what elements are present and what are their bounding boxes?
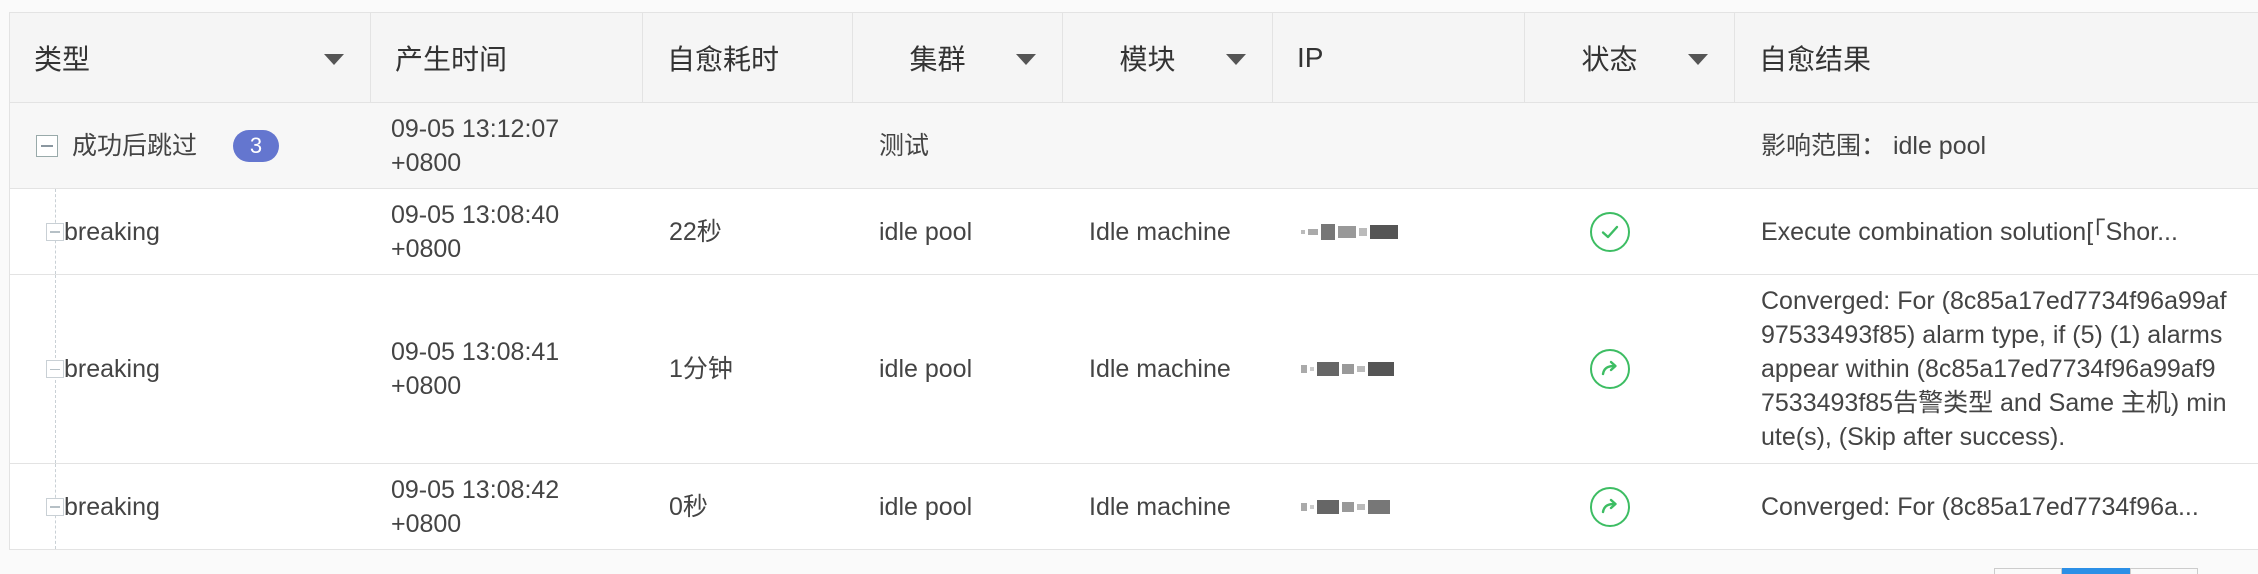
- module-cell: Idle machine: [1063, 189, 1273, 275]
- filter-dropdown-icon[interactable]: [1226, 54, 1246, 65]
- module-cell: Idle machine: [1063, 464, 1273, 549]
- header-type[interactable]: 类型: [10, 13, 371, 103]
- filter-dropdown-icon[interactable]: [1016, 54, 1036, 65]
- collapse-icon[interactable]: [46, 360, 64, 378]
- ip-cell: [1273, 275, 1525, 464]
- masked-ip: [1301, 499, 1390, 514]
- masked-ip: [1301, 362, 1394, 376]
- cluster-cell: idle pool: [853, 189, 1063, 275]
- status-cell: [1525, 189, 1735, 275]
- self-healing-table: 类型 产生时间 自愈耗时 集群 模块 IP 状态 自愈结果 成功后跳过 3 09…: [9, 12, 2258, 550]
- group-type-cell: 成功后跳过 3: [10, 103, 371, 189]
- module-cell: Idle machine: [1063, 275, 1273, 464]
- count-badge: 3: [233, 129, 280, 162]
- status-cell: [1525, 275, 1735, 464]
- duration-cell: 22秒: [643, 189, 853, 275]
- cluster-cell: idle pool: [853, 275, 1063, 464]
- header-module[interactable]: 模块: [1063, 13, 1273, 103]
- duration-cell: 1分钟: [643, 275, 853, 464]
- duration-cell: [643, 103, 853, 189]
- converged-arrow-icon: [1590, 349, 1630, 389]
- header-result: 自愈结果: [1735, 13, 2258, 103]
- header-time: 产生时间: [371, 13, 643, 103]
- pagination: [1994, 568, 2198, 574]
- ip-cell: [1273, 103, 1525, 189]
- result-cell[interactable]: Converged: For (8c85a17ed7734f96a...: [1735, 464, 2258, 549]
- status-cell: [1525, 464, 1735, 549]
- group-label: 成功后跳过: [72, 131, 198, 160]
- ip-cell: [1273, 189, 1525, 275]
- type-cell: breaking: [10, 189, 371, 275]
- check-circle-icon: [1590, 211, 1630, 252]
- cluster-cell: 测试: [853, 103, 1063, 189]
- collapse-icon[interactable]: [46, 222, 64, 241]
- type-cell: breaking: [10, 464, 371, 549]
- result-cell[interactable]: Converged: For (8c85a17ed7734f96a99af975…: [1735, 275, 2258, 464]
- time-cell: 09-05 13:08:42 +0800: [371, 464, 643, 549]
- header-status[interactable]: 状态: [1525, 13, 1735, 103]
- filter-dropdown-icon[interactable]: [324, 54, 344, 65]
- collapse-icon[interactable]: [46, 497, 64, 516]
- status-cell: [1525, 103, 1735, 189]
- cluster-cell: idle pool: [853, 464, 1063, 549]
- time-cell: 09-05 13:08:41 +0800: [371, 275, 643, 464]
- page-button[interactable]: [2130, 568, 2198, 574]
- type-cell: breaking: [10, 275, 371, 464]
- header-cluster[interactable]: 集群: [853, 13, 1063, 103]
- header-duration: 自愈耗时: [643, 13, 853, 103]
- filter-dropdown-icon[interactable]: [1688, 54, 1708, 65]
- time-cell: 09-05 13:08:40 +0800: [371, 189, 643, 275]
- result-cell[interactable]: Execute combination solution[「Shor...: [1735, 189, 2258, 275]
- collapse-icon[interactable]: [36, 134, 58, 157]
- converged-arrow-icon: [1590, 486, 1630, 527]
- page-button[interactable]: [1994, 568, 2062, 574]
- time-cell: 09-05 13:12:07 +0800: [371, 103, 643, 189]
- page-button-active[interactable]: [2062, 568, 2130, 574]
- result-cell: 影响范围： idle pool: [1735, 103, 2258, 189]
- duration-cell: 0秒: [643, 464, 853, 549]
- header-ip: IP: [1273, 13, 1525, 103]
- ip-cell: [1273, 464, 1525, 549]
- masked-ip: [1301, 223, 1398, 240]
- module-cell: [1063, 103, 1273, 189]
